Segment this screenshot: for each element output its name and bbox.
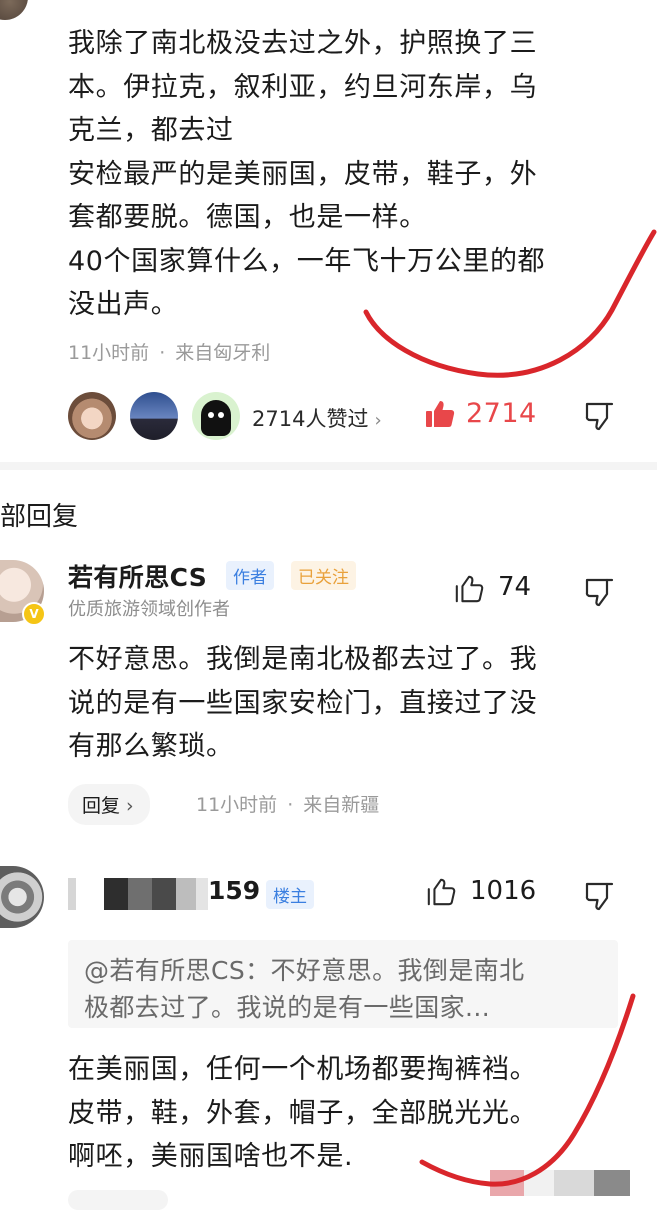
commenter-avatar[interactable] (0, 866, 44, 928)
thumbs-down-outline-icon[interactable] (583, 880, 615, 912)
quoted-reply-text: @若有所思CS：不好意思。我倒是南北 极都去过了。我说的是有一些国家... (84, 952, 624, 1026)
commenter-avatar[interactable] (0, 0, 28, 20)
quote-line: 极都去过了。我说的是有一些国家... (84, 993, 491, 1022)
meta-separator: · (287, 794, 294, 816)
liker-avatar (68, 392, 116, 440)
verified-badge-icon: V (22, 602, 46, 626)
likers-count-text: 2714人赞过 (252, 407, 369, 431)
op-badge: 楼主 (266, 880, 314, 909)
thumbs-up-filled-icon[interactable] (424, 398, 456, 430)
reply-line: 皮带，鞋，外套，帽子，全部脱光光。 (68, 1097, 538, 1129)
meta-separator: · (159, 342, 166, 364)
likers-link[interactable]: 2714人赞过 › (252, 403, 382, 433)
reply-meta: 11小时前 · 来自新疆 (196, 790, 379, 817)
reply-button-label: 回复 (82, 795, 121, 817)
reply-line: 不好意思。我倒是南北极都去过了。我 (68, 644, 538, 675)
reply-time: 11小时前 (196, 794, 278, 816)
liker-avatar (192, 392, 240, 440)
commenter-name[interactable]: 159 (208, 876, 260, 905)
quote-line: @若有所思CS：不好意思。我倒是南北 (84, 956, 525, 985)
like-count: 2714 (466, 398, 537, 429)
section-divider (0, 462, 657, 470)
thumbs-down-outline-icon[interactable] (583, 576, 615, 608)
author-name[interactable]: 若有所思CS (68, 558, 207, 594)
comment-meta: 11小时前 · 来自匈牙利 (68, 338, 270, 365)
author-badge: 作者 (226, 561, 274, 590)
comment-line: 我除了南北极没去过之外，护照换了三 (68, 28, 538, 59)
reply-button[interactable]: 回复 › (68, 784, 150, 825)
comment-location: 来自匈牙利 (175, 342, 271, 364)
following-badge[interactable]: 已关注 (291, 561, 356, 590)
like-count: 1016 (470, 876, 537, 906)
chevron-right-icon: › (374, 410, 382, 431)
comment-line: 克兰，都去过 (68, 115, 234, 146)
chevron-right-icon: › (126, 795, 134, 817)
comment-line: 没出声。 (68, 289, 179, 320)
author-subtitle: 优质旅游领域创作者 (68, 599, 230, 620)
username-redaction (68, 878, 208, 910)
comment-time: 11小时前 (68, 342, 150, 364)
all-replies-title: 部回复 (0, 502, 79, 532)
like-count: 74 (498, 572, 532, 602)
thumbs-down-outline-icon[interactable] (583, 400, 615, 432)
thumbs-up-outline-icon[interactable] (454, 574, 484, 604)
reply-line: 说的是有一些国家安检门，直接过了没 (68, 687, 538, 719)
comment-line: 安检最严的是美丽国，皮带，鞋子，外 (68, 158, 538, 190)
reply-body: 不好意思。我倒是南北极都去过了。我 说的是有一些国家安检门，直接过了没 有那么繁… (68, 638, 628, 769)
comment-line: 40个国家算什么，一年飞十万公里的都 (68, 245, 546, 277)
reply-body: 在美丽国，任何一个机场都要掏裤裆。 皮带，鞋，外套，帽子，全部脱光光。 啊呸，美… (68, 1048, 648, 1179)
thumbs-up-outline-icon[interactable] (426, 877, 456, 907)
reply-location: 来自新疆 (303, 794, 380, 816)
reply-line: 在美丽国，任何一个机场都要掏裤裆。 (68, 1054, 538, 1085)
reply-button[interactable] (68, 1190, 168, 1210)
watermark-redaction (490, 1170, 630, 1196)
comment-body: 我除了南北极没去过之外，护照换了三 本。伊拉克，叙利亚，约旦河东岸，乌 克兰，都… (68, 22, 638, 327)
comment-line: 本。伊拉克，叙利亚，约旦河东岸，乌 (68, 71, 538, 103)
liker-avatar (130, 392, 178, 440)
reply-line: 有那么繁琐。 (68, 731, 234, 762)
comment-line: 套都要脱。德国，也是一样。 (68, 202, 427, 233)
